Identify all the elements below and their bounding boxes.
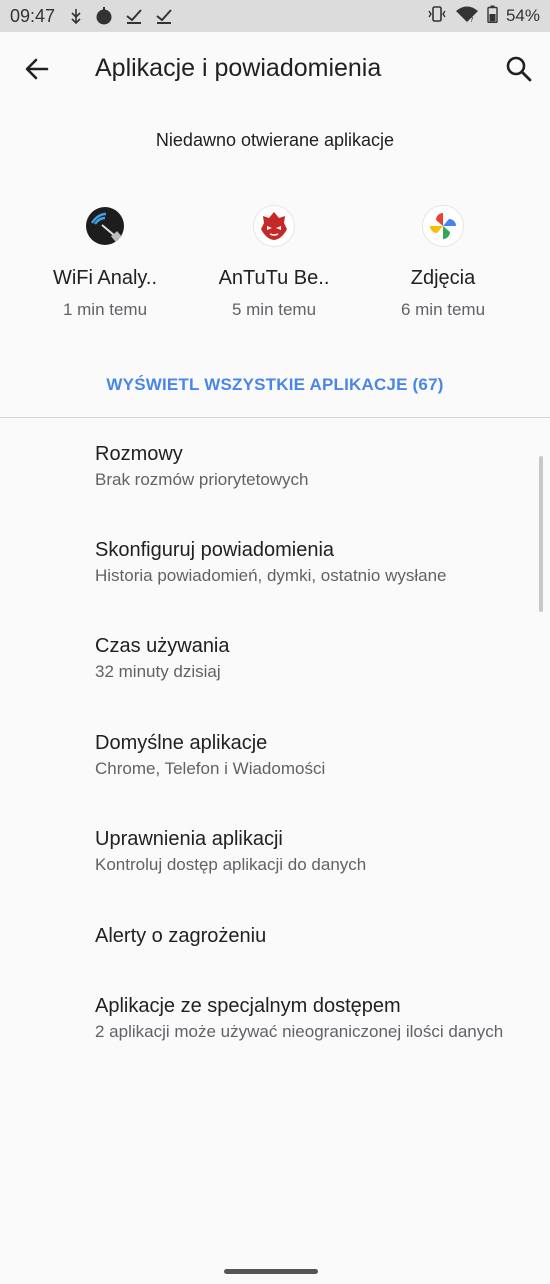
recording-icon bbox=[95, 7, 113, 25]
divider bbox=[0, 417, 550, 418]
recent-app-time: 6 min temu bbox=[400, 300, 486, 319]
recent-app-name: WiFi Analy.. bbox=[52, 267, 158, 289]
vibrate-icon bbox=[427, 5, 447, 27]
recent-apps-title: Niedawno otwierane aplikacje bbox=[155, 130, 395, 150]
setting-subtitle: Historia powiadomień, dymki, ostatnio wy… bbox=[95, 566, 447, 585]
setting-title: Domyślne aplikacje bbox=[95, 732, 268, 754]
recent-app-name: AnTuTu Be.. bbox=[218, 267, 330, 289]
setting-special-access[interactable]: Aplikacje ze specjalnym dostępem 2 aplik… bbox=[95, 993, 525, 1043]
setting-subtitle: Kontroluj dostęp aplikacji do danych bbox=[95, 855, 367, 874]
setting-title: Rozmowy bbox=[95, 443, 183, 465]
search-icon[interactable] bbox=[504, 54, 534, 84]
svg-text:?: ? bbox=[470, 16, 474, 23]
photos-icon bbox=[422, 205, 464, 247]
setting-default-apps[interactable]: Domyślne aplikacje Chrome, Telefon i Wia… bbox=[95, 730, 525, 780]
scrollbar[interactable] bbox=[539, 456, 543, 612]
setting-title: Alerty o zagrożeniu bbox=[95, 925, 267, 947]
setting-configure-notifications[interactable]: Skonfiguruj powiadomienia Historia powia… bbox=[95, 537, 525, 587]
wifi-icon: ? bbox=[455, 5, 479, 28]
recent-app-wifi-analyzer[interactable]: WiFi Analy.. 1 min temu bbox=[15, 205, 195, 320]
recent-app-time: 1 min temu bbox=[62, 300, 148, 319]
status-time: 09:47 bbox=[10, 5, 56, 26]
back-arrow-icon[interactable] bbox=[22, 54, 52, 84]
recent-app-time: 5 min temu bbox=[231, 300, 317, 319]
setting-conversations[interactable]: Rozmowy Brak rozmów priorytetowych bbox=[95, 441, 525, 491]
check-icon bbox=[125, 8, 143, 24]
setting-subtitle: 2 aplikacji może używać nieograniczonej … bbox=[95, 1022, 504, 1041]
setting-screen-time[interactable]: Czas używania 32 minuty dzisiaj bbox=[95, 633, 525, 683]
setting-subtitle: Chrome, Telefon i Wiadomości bbox=[95, 759, 326, 778]
recent-app-photos[interactable]: Zdjęcia 6 min temu bbox=[353, 205, 533, 320]
setting-title: Czas używania bbox=[95, 635, 230, 657]
setting-title: Uprawnienia aplikacji bbox=[95, 828, 283, 850]
setting-title: Skonfiguruj powiadomienia bbox=[95, 539, 335, 561]
battery-percent: 54% bbox=[505, 6, 540, 25]
app-bar: Aplikacje i powiadomienia bbox=[0, 32, 550, 106]
view-all-apps-button[interactable]: WYŚWIETL WSZYSTKIE APLIKACJE (67) bbox=[0, 375, 550, 395]
recent-app-antutu[interactable]: AnTuTu Be.. 5 min temu bbox=[184, 205, 364, 320]
setting-app-permissions[interactable]: Uprawnienia aplikacji Kontroluj dostęp a… bbox=[95, 826, 525, 876]
setting-emergency-alerts[interactable]: Alerty o zagrożeniu bbox=[95, 923, 525, 949]
usb-debug-icon bbox=[69, 8, 83, 24]
wifi-analyzer-icon bbox=[84, 205, 126, 247]
battery-icon bbox=[487, 5, 498, 28]
gesture-nav-handle[interactable] bbox=[224, 1269, 318, 1274]
check-icon bbox=[155, 8, 173, 24]
setting-subtitle: Brak rozmów priorytetowych bbox=[95, 470, 309, 489]
status-bar: 09:47 ? 54% bbox=[0, 0, 550, 32]
recent-app-name: Zdjęcia bbox=[410, 267, 476, 289]
setting-subtitle: 32 minuty dzisiaj bbox=[95, 662, 221, 681]
page-title: Aplikacje i powiadomienia bbox=[95, 54, 382, 82]
setting-title: Aplikacje ze specjalnym dostępem bbox=[95, 995, 401, 1017]
antutu-icon bbox=[253, 205, 295, 247]
